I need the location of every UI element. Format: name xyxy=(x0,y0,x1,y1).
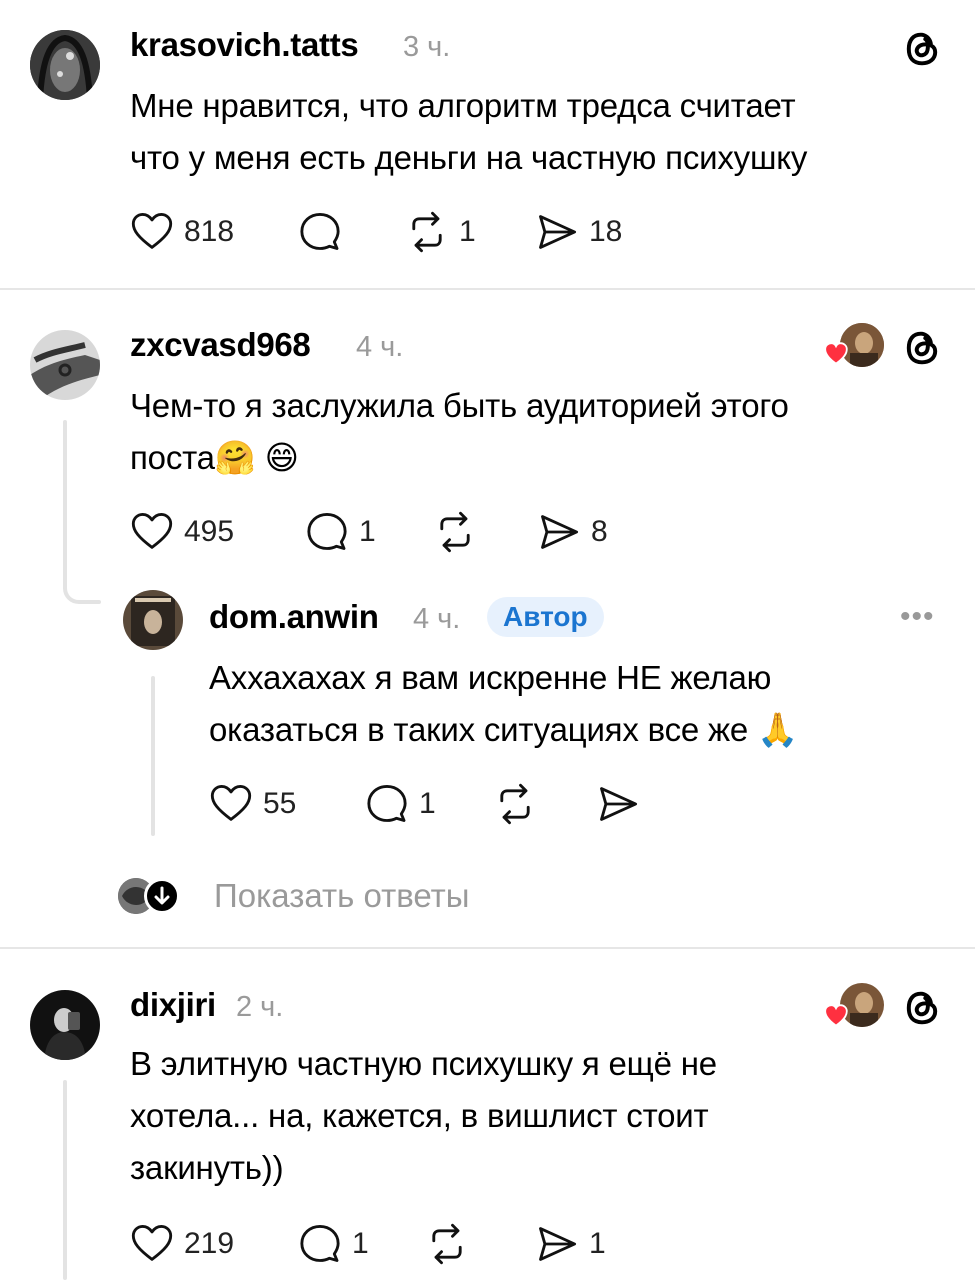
timestamp: 4 ч. xyxy=(356,331,404,363)
username[interactable]: dixjiri xyxy=(130,986,216,1024)
username[interactable]: zxcvasd968 xyxy=(130,326,311,364)
divider xyxy=(0,947,975,949)
comment-text-line: Мне нравится, что алгоритм тредса считае… xyxy=(130,87,796,124)
heart-icon xyxy=(209,782,253,826)
comment-text-line: хотела... на, кажется, в вишлист стоит xyxy=(130,1097,709,1134)
comment-text-fragment: поста xyxy=(130,439,215,476)
heart-icon xyxy=(130,210,174,254)
arrow-down-icon xyxy=(144,878,180,914)
comment-text: Аххахахах я вам искренне НЕ желаю оказат… xyxy=(209,652,798,756)
like-count: 495 xyxy=(184,515,235,548)
reply-count: 1 xyxy=(419,787,436,820)
share-button[interactable]: 18 xyxy=(535,210,622,254)
comment-text: Чем-то я заслужила быть аудиторией этого… xyxy=(130,380,789,484)
show-replies-button[interactable]: Показать ответы xyxy=(118,875,538,919)
thread-line xyxy=(63,1080,67,1280)
share-button[interactable]: 8 xyxy=(537,510,608,554)
more-options-icon[interactable]: ••• xyxy=(900,600,935,634)
reply-button[interactable]: 1 xyxy=(365,782,436,826)
send-icon xyxy=(535,210,579,254)
avatar[interactable] xyxy=(30,30,100,100)
username[interactable]: dom.anwin xyxy=(209,598,379,636)
send-icon xyxy=(535,1222,579,1266)
like-count: 818 xyxy=(184,215,235,248)
threads-logo-icon[interactable] xyxy=(900,326,944,370)
thread-line xyxy=(63,420,67,590)
red-heart-icon xyxy=(824,342,848,365)
comment-text-line: Чем-то я заслужила быть аудиторией этого xyxy=(130,387,789,424)
comment-text-line: поста🤗 😄 xyxy=(130,432,789,484)
thread-connector xyxy=(63,580,101,604)
reply-bubble-icon xyxy=(298,1222,342,1266)
divider xyxy=(0,288,975,290)
like-button[interactable]: 55 xyxy=(209,782,296,826)
reply-button[interactable]: 1 xyxy=(305,510,376,554)
repost-button[interactable]: 1 xyxy=(405,210,476,254)
emoji: 🙏 xyxy=(757,711,798,748)
reply-bubble-icon xyxy=(365,782,409,826)
comment-text-line: Аххахахах я вам искренне НЕ желаю xyxy=(209,659,772,696)
comment-text-line: закинуть)) xyxy=(130,1149,284,1186)
comment-text-line: оказаться в таких ситуациях все же 🙏 xyxy=(209,704,798,756)
timestamp: 2 ч. xyxy=(236,991,284,1023)
threads-logo-icon[interactable] xyxy=(900,27,944,71)
avatar-image xyxy=(30,330,100,400)
avatar-image xyxy=(123,590,183,650)
avatar-image xyxy=(30,30,100,100)
share-count: 1 xyxy=(589,1227,606,1260)
like-count: 219 xyxy=(184,1227,235,1260)
repost-icon xyxy=(405,210,449,254)
red-heart-icon xyxy=(824,1004,848,1027)
repost-count: 1 xyxy=(459,215,476,248)
threads-logo-icon[interactable] xyxy=(900,986,944,1030)
comment-text-line: В элитную частную психушку я ещё не xyxy=(130,1045,717,1082)
reply-count: 1 xyxy=(359,515,376,548)
repost-button[interactable] xyxy=(425,1222,479,1266)
share-button[interactable]: 1 xyxy=(535,1222,606,1266)
heart-icon xyxy=(130,510,174,554)
like-button[interactable]: 818 xyxy=(130,210,234,254)
reply-bubble-icon xyxy=(298,210,342,254)
like-button[interactable]: 495 xyxy=(130,510,234,554)
send-icon xyxy=(596,782,640,826)
avatar[interactable] xyxy=(30,990,100,1060)
reply-button[interactable]: 1 xyxy=(298,1222,369,1266)
thread-line xyxy=(151,676,155,836)
repost-button[interactable] xyxy=(493,782,547,826)
timestamp: 4 ч. xyxy=(413,603,461,635)
comment-text-line: что у меня есть деньги на частную психуш… xyxy=(130,139,808,176)
reply-button[interactable] xyxy=(298,210,352,254)
like-count: 55 xyxy=(263,787,297,820)
avatar-image xyxy=(30,990,100,1060)
show-replies-label: Показать ответы xyxy=(214,877,470,914)
share-count: 8 xyxy=(591,515,608,548)
reply-count: 1 xyxy=(352,1227,369,1260)
heart-icon xyxy=(130,1222,174,1266)
repost-icon xyxy=(493,782,537,826)
avatar[interactable] xyxy=(30,330,100,400)
comment-text-fragment: оказаться в таких ситуациях все же xyxy=(209,711,749,748)
emoji: 🤗 😄 xyxy=(214,439,299,476)
share-count: 18 xyxy=(589,215,623,248)
username[interactable]: krasovich.tatts xyxy=(130,26,359,64)
author-badge: Автор xyxy=(487,597,604,637)
timestamp: 3 ч. xyxy=(403,31,451,63)
avatar[interactable] xyxy=(123,590,183,650)
share-button[interactable] xyxy=(596,782,650,826)
send-icon xyxy=(537,510,581,554)
comment-text: В элитную частную психушку я ещё не хоте… xyxy=(130,1038,717,1194)
reply-bubble-icon xyxy=(305,510,349,554)
repost-icon xyxy=(425,1222,469,1266)
repost-icon xyxy=(433,510,477,554)
like-button[interactable]: 219 xyxy=(130,1222,234,1266)
repost-button[interactable] xyxy=(433,510,487,554)
comment-text: Мне нравится, что алгоритм тредса считае… xyxy=(130,80,807,184)
